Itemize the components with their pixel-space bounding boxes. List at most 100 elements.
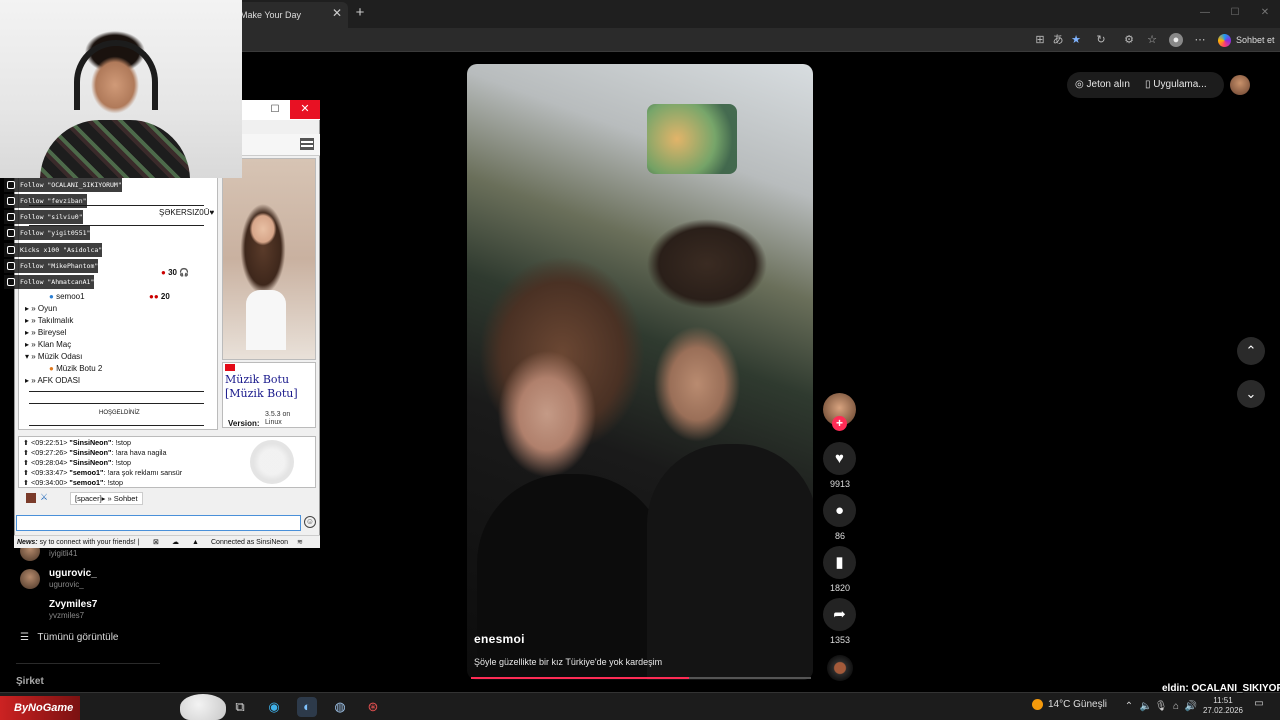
bot-version-value: Linux [265,419,282,426]
comment-count: 86 [834,531,845,541]
stream-alert: Follow "MikePhantom" [4,259,99,273]
bot-version-line: 3.5.3 on [265,411,291,418]
tree-user-row[interactable]: ● Müzik Botu 2 [49,363,102,375]
weather-widget[interactable]: 14°C Güneşli [1032,699,1107,710]
comment-button[interactable]: ● [823,494,856,527]
sidebar-divider [16,663,160,664]
tree-user-name: Müzik Botu 2 [56,364,103,373]
get-coins-label: Jeton alın [1086,79,1130,90]
avatar-pane-figure [246,290,286,350]
video-progress-fill [471,677,689,679]
tree-channel-row[interactable]: ▸ » AFK ODASI [25,375,80,387]
tree-decoration-line [29,425,204,426]
stream-alert: Follow "silviu0" [4,210,83,224]
sidebar-account-handle: yvzmiles7 [49,611,85,620]
sidebar-account-handle: iyigitli41 [49,549,78,558]
tree-channel-row[interactable]: ▸ » Bireysel [25,327,66,339]
minimize-button[interactable]: — [1190,4,1220,22]
notification-icon[interactable]: ▭ [1250,698,1268,714]
client-menu-icon[interactable] [300,138,314,150]
tree-badge: ● 30 🎧 [161,268,190,277]
sidebar-account-name[interactable]: ugurovic_ [49,568,97,579]
emoji-icon[interactable]: ☺ [304,516,316,528]
share-button[interactable]: ➦ [823,598,856,631]
stream-alert: Kicks x100 "Asidolca" [4,243,103,257]
stream-alert: Follow "OCALANI_SIKIYORUM" [4,178,122,192]
get-app-button[interactable]: ▯ Uygulama... [1139,72,1224,98]
news-label: News: [17,539,38,546]
volume-icon[interactable]: 🔈 [1139,700,1153,714]
turkey-flag-icon [225,364,235,371]
previous-video-button[interactable]: ⌃ [1237,337,1265,365]
edge-browser-icon[interactable]: ◉ [264,697,284,717]
like-button[interactable]: ♥ [823,442,856,475]
split-screen-icon[interactable]: ⊞ [1033,33,1047,47]
stream-alert: Follow "yigit0551" [4,226,91,240]
comment-icon: ● [834,502,845,519]
channel-tab-icon[interactable]: ⚔ [40,492,48,503]
follow-plus-button[interactable]: + [832,416,847,431]
favorite-star-icon[interactable]: ★ [1069,33,1083,47]
sidebar-account-avatar[interactable] [20,569,40,589]
tree-user-row[interactable]: ● semoo1 [49,291,85,303]
tab-channel-chat[interactable]: [spacer]▸ » Sohbet [70,492,143,505]
video-player[interactable] [467,64,813,680]
wifi-icon: ≋ [297,539,303,546]
video-caption: Şöyle güzellikte bir kız Türkiye'de yok … [474,657,663,667]
client-maximize-button[interactable]: ☐ [266,102,284,118]
like-count: 9913 [829,479,851,489]
sun-icon [1032,699,1043,710]
clock[interactable]: 11:51 27.02.2026 [1200,696,1246,716]
news-ticker: sy to connect with your friends! | [39,539,140,546]
extensions-icon[interactable]: ⚙ [1122,33,1136,47]
copilot-label: Sohbet et [1236,35,1275,45]
translate-icon[interactable]: あ [1051,33,1065,47]
warning-icon[interactable]: ▲ [192,536,199,549]
video-username[interactable]: enesmoi [474,632,525,646]
teamspeak-icon[interactable]: ◐ [297,697,317,717]
task-view-icon[interactable]: ⧉ [230,697,250,717]
profile-avatar[interactable] [1230,75,1250,95]
more-menu-icon[interactable]: ⋯ [1193,33,1207,47]
copilot-button[interactable]: Sohbet et [1218,31,1275,49]
tree-channel-row[interactable]: ▸ » Klan Maç [25,339,71,351]
copilot-icon [1218,34,1231,48]
bynogame-logo: ByNoGame [0,696,80,720]
tray-overflow-icon[interactable]: ⌃ [1122,700,1136,714]
close-window-button[interactable]: ✕ [1250,4,1280,22]
speaker-icon[interactable]: 🔊 [1184,700,1198,714]
chat-background-emblem [250,440,294,484]
tree-channel-row[interactable]: ▾ » Müzik Odası [25,351,82,363]
network-icon[interactable]: ⌂ [1169,700,1183,714]
save-button[interactable]: ▮ [823,546,856,579]
news-close-icon[interactable]: ⊠ [153,536,159,549]
video-person-right [647,444,813,680]
client-close-button[interactable]: ✕ [290,100,320,119]
favorites-icon[interactable]: ☆ [1145,33,1159,47]
sidebar-account-name[interactable]: Zvymiles7 [49,599,97,610]
webcam-headset [74,40,158,110]
obs-icon[interactable]: ⊛ [363,697,383,717]
see-all-link[interactable]: ☰ Tümünü görüntüle [20,632,118,643]
maximize-button[interactable]: ☐ [1220,4,1250,22]
tree-user-name: semoo1 [56,292,85,301]
tree-badge-count: 30 [168,268,177,277]
share-count: 1353 [829,635,851,645]
tree-channel-row[interactable]: ▸ » Takılmalık [25,315,73,327]
chat-message-input[interactable] [16,515,301,531]
profile-icon[interactable]: ● [1169,33,1183,47]
tree-decoration-line [29,391,204,392]
sidebar-company-heading[interactable]: Şirket [16,676,44,687]
chat-line: ⬆ <09:27:26> "SinsiNeon": !ara hava nagi… [23,448,167,457]
video-person-left [477,474,667,680]
refresh-icon[interactable]: ↻ [1094,33,1108,47]
tab-close-icon[interactable]: ✕ [330,6,344,20]
new-tab-button[interactable]: + [352,5,368,21]
music-disc-icon[interactable] [827,655,853,681]
next-video-button[interactable]: ⌄ [1237,380,1265,408]
microphone-icon[interactable]: 🎙 [1154,700,1168,714]
steam-icon[interactable]: ◍ [330,697,350,717]
server-tab-icon[interactable] [26,493,36,503]
tree-row[interactable]: ŞƏKERSIZ0Ū♥ [159,207,214,219]
tree-channel-row[interactable]: ▸ » Oyun [25,303,57,315]
